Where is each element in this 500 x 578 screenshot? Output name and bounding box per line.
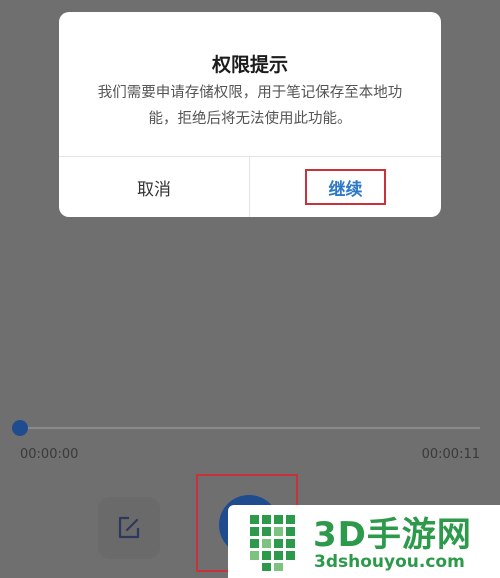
total-time: 00:00:11 (421, 447, 480, 462)
edit-button[interactable] (98, 497, 160, 559)
cancel-button[interactable]: 取消 (59, 157, 249, 217)
edit-icon (118, 516, 140, 539)
cancel-button-label: 取消 (137, 179, 171, 200)
elapsed-time: 00:00:00 (20, 447, 79, 462)
progress-knob[interactable] (12, 420, 28, 436)
watermark-title: 3D手游网 (313, 515, 472, 555)
permission-dialog: 权限提示 我们需要申请存储权限，用于笔记保存至本地功能，拒绝后将无法使用此功能。… (59, 12, 441, 217)
watermark-logo-icon (250, 515, 295, 571)
continue-button-label: 继续 (305, 169, 386, 205)
progress-track[interactable] (20, 427, 480, 429)
continue-button[interactable]: 继续 (250, 157, 441, 217)
watermark-url: 3dshouyou.com (314, 552, 465, 572)
watermark: 3D手游网 3dshouyou.com (228, 505, 500, 578)
dialog-title: 权限提示 (211, 54, 288, 76)
dialog-message: 我们需要申请存储权限，用于笔记保存至本地功能，拒绝后将无法使用此功能。 (97, 85, 403, 127)
